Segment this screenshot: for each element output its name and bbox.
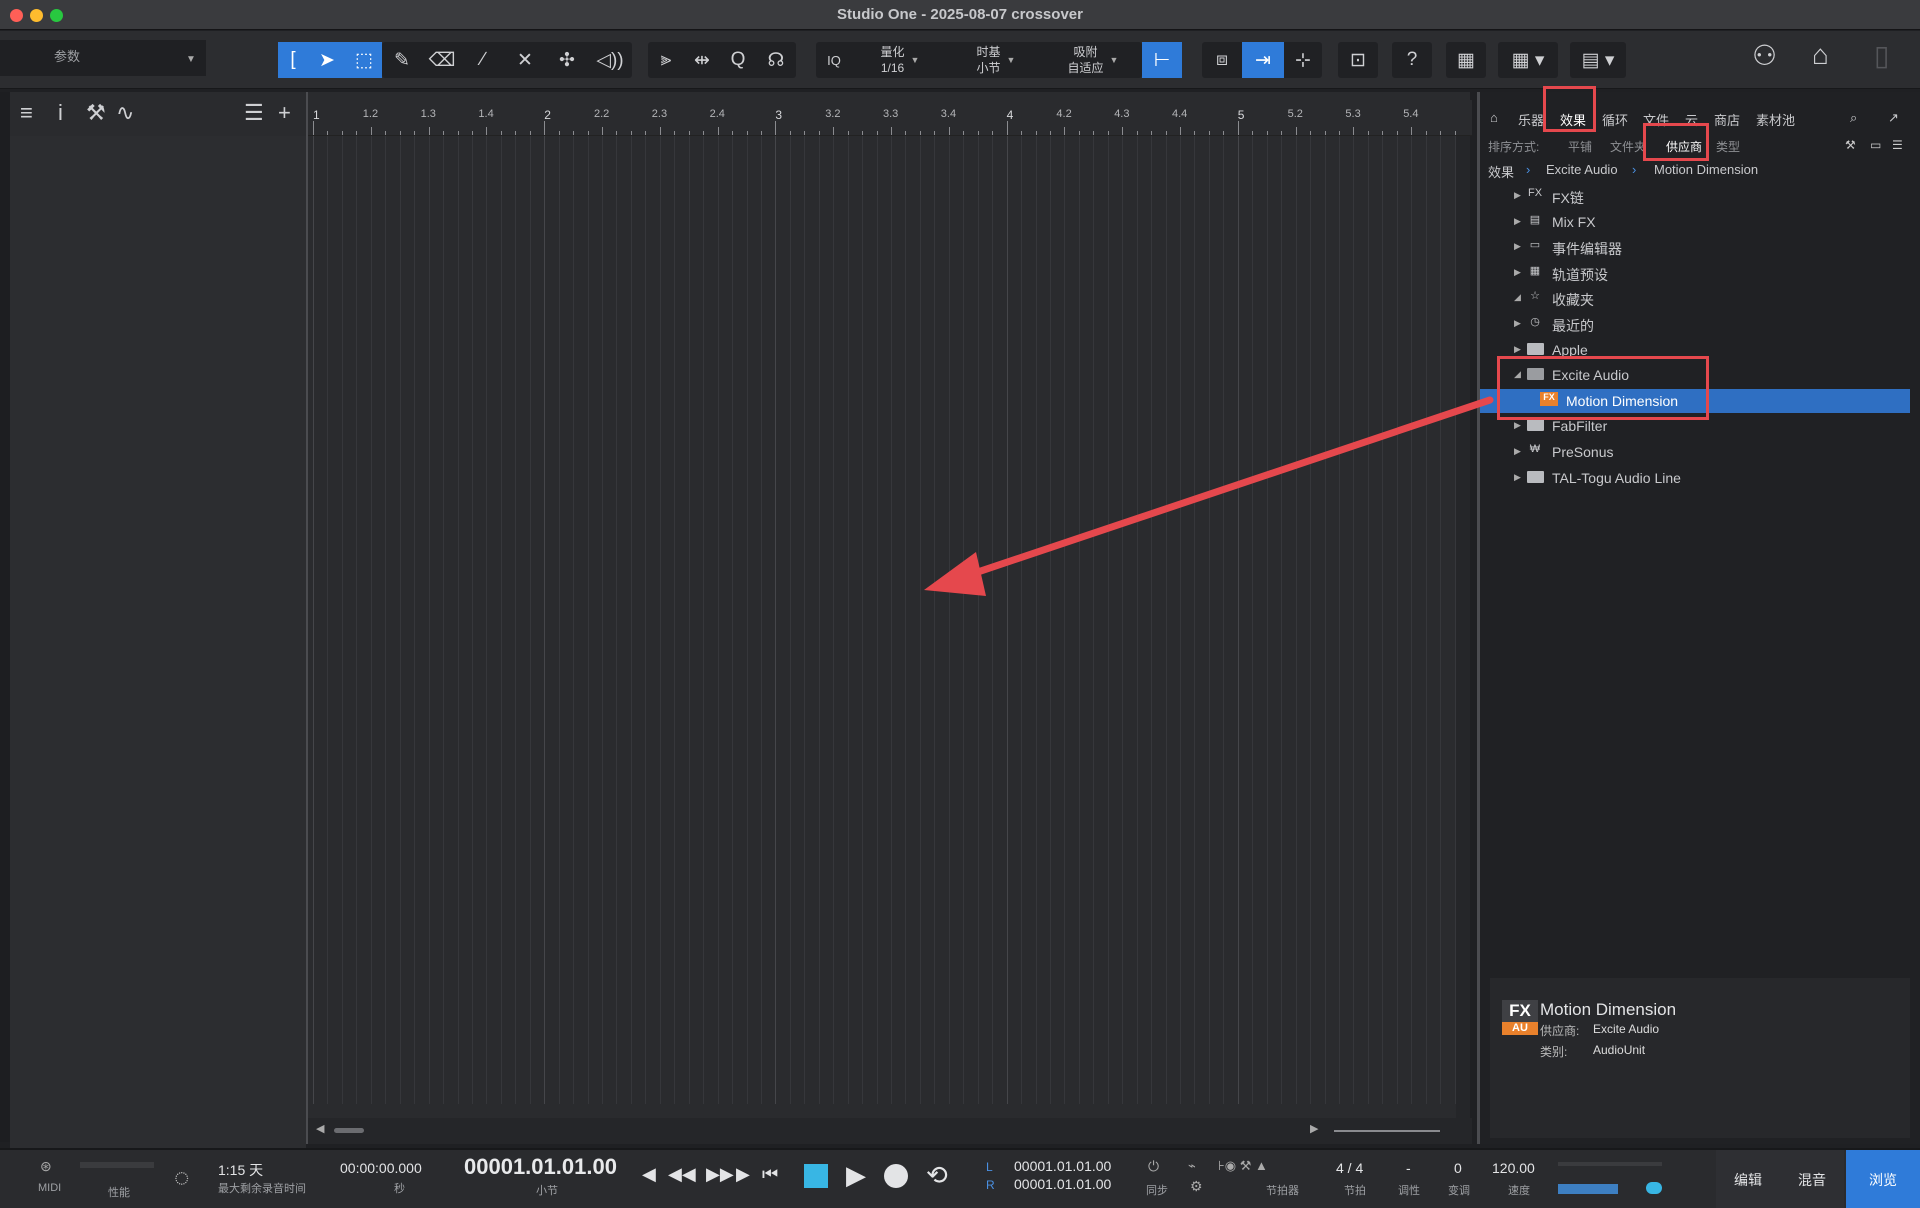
- signature-label: 节拍: [1344, 1185, 1366, 1197]
- record-time-label: 最大剩余录音时间: [218, 1183, 306, 1195]
- return-to-zero-icon[interactable]: ⏮: [762, 1164, 778, 1185]
- tempo-value[interactable]: 120.00: [1492, 1160, 1535, 1176]
- loop-r-label: R: [986, 1178, 995, 1192]
- bars-label: 小节: [536, 1185, 558, 1197]
- tempo-label: 速度: [1508, 1185, 1530, 1197]
- monitor-toggle[interactable]: [1646, 1182, 1662, 1194]
- mix-button[interactable]: 混音: [1780, 1150, 1844, 1208]
- next-marker-icon[interactable]: ▶: [736, 1164, 750, 1185]
- browse-button[interactable]: 浏览: [1846, 1150, 1920, 1208]
- loop-start[interactable]: 00001.01.01.00: [1014, 1158, 1111, 1174]
- time-signature[interactable]: 4 / 4: [1336, 1160, 1363, 1176]
- seconds-label: 秒: [394, 1183, 405, 1195]
- midi-icon: ⊛: [40, 1158, 52, 1174]
- play-button[interactable]: ▶: [846, 1160, 866, 1191]
- transpose-value[interactable]: 0: [1454, 1160, 1462, 1176]
- key-label: 调性: [1398, 1185, 1420, 1197]
- record-spinner-icon: ◌: [174, 1162, 190, 1192]
- loop-icon[interactable]: ⟲: [926, 1160, 948, 1191]
- loop-l-label: L: [986, 1160, 993, 1174]
- sync-label: 同步: [1146, 1185, 1168, 1197]
- metronome-label: 节拍器: [1266, 1185, 1299, 1197]
- sync-icon[interactable]: ⏻: [1148, 1158, 1159, 1175]
- seconds-display[interactable]: 00:00:00.000: [340, 1160, 422, 1176]
- prev-marker-icon[interactable]: ◀: [642, 1164, 656, 1185]
- transpose-label: 变调: [1448, 1185, 1470, 1197]
- level-meter: [1558, 1162, 1662, 1166]
- volume-fader[interactable]: [1558, 1184, 1618, 1194]
- edit-button[interactable]: 编辑: [1716, 1150, 1780, 1208]
- record-button[interactable]: [884, 1164, 908, 1188]
- fast-forward-icon[interactable]: ▶▶: [706, 1164, 734, 1185]
- loop-end[interactable]: 00001.01.01.00: [1014, 1176, 1111, 1192]
- studio-one-window: { "window": {"title": "Studio One - 2025…: [0, 0, 1920, 1208]
- perf-meter: [80, 1162, 154, 1168]
- key-value[interactable]: -: [1406, 1160, 1411, 1176]
- bars-display[interactable]: 00001.01.01.00: [464, 1154, 617, 1180]
- stop-button[interactable]: [804, 1164, 828, 1188]
- gear-icon[interactable]: ⚙: [1190, 1178, 1203, 1195]
- rewind-icon[interactable]: ◀◀: [668, 1164, 696, 1185]
- annotation-arrow-icon: [924, 396, 1494, 596]
- transport-bar: MIDI ⊛ 性能 ◌ 1:15 天 最大剩余录音时间 00:00:00.000…: [0, 1148, 1920, 1208]
- midi-label: MIDI: [38, 1182, 62, 1194]
- precount-icon[interactable]: ⌁: [1188, 1158, 1196, 1174]
- metronome-click-icon[interactable]: ⊦◉ ⚒ ▲: [1218, 1158, 1268, 1174]
- record-time: 1:15 天: [218, 1162, 264, 1178]
- perf-label: 性能: [108, 1187, 130, 1199]
